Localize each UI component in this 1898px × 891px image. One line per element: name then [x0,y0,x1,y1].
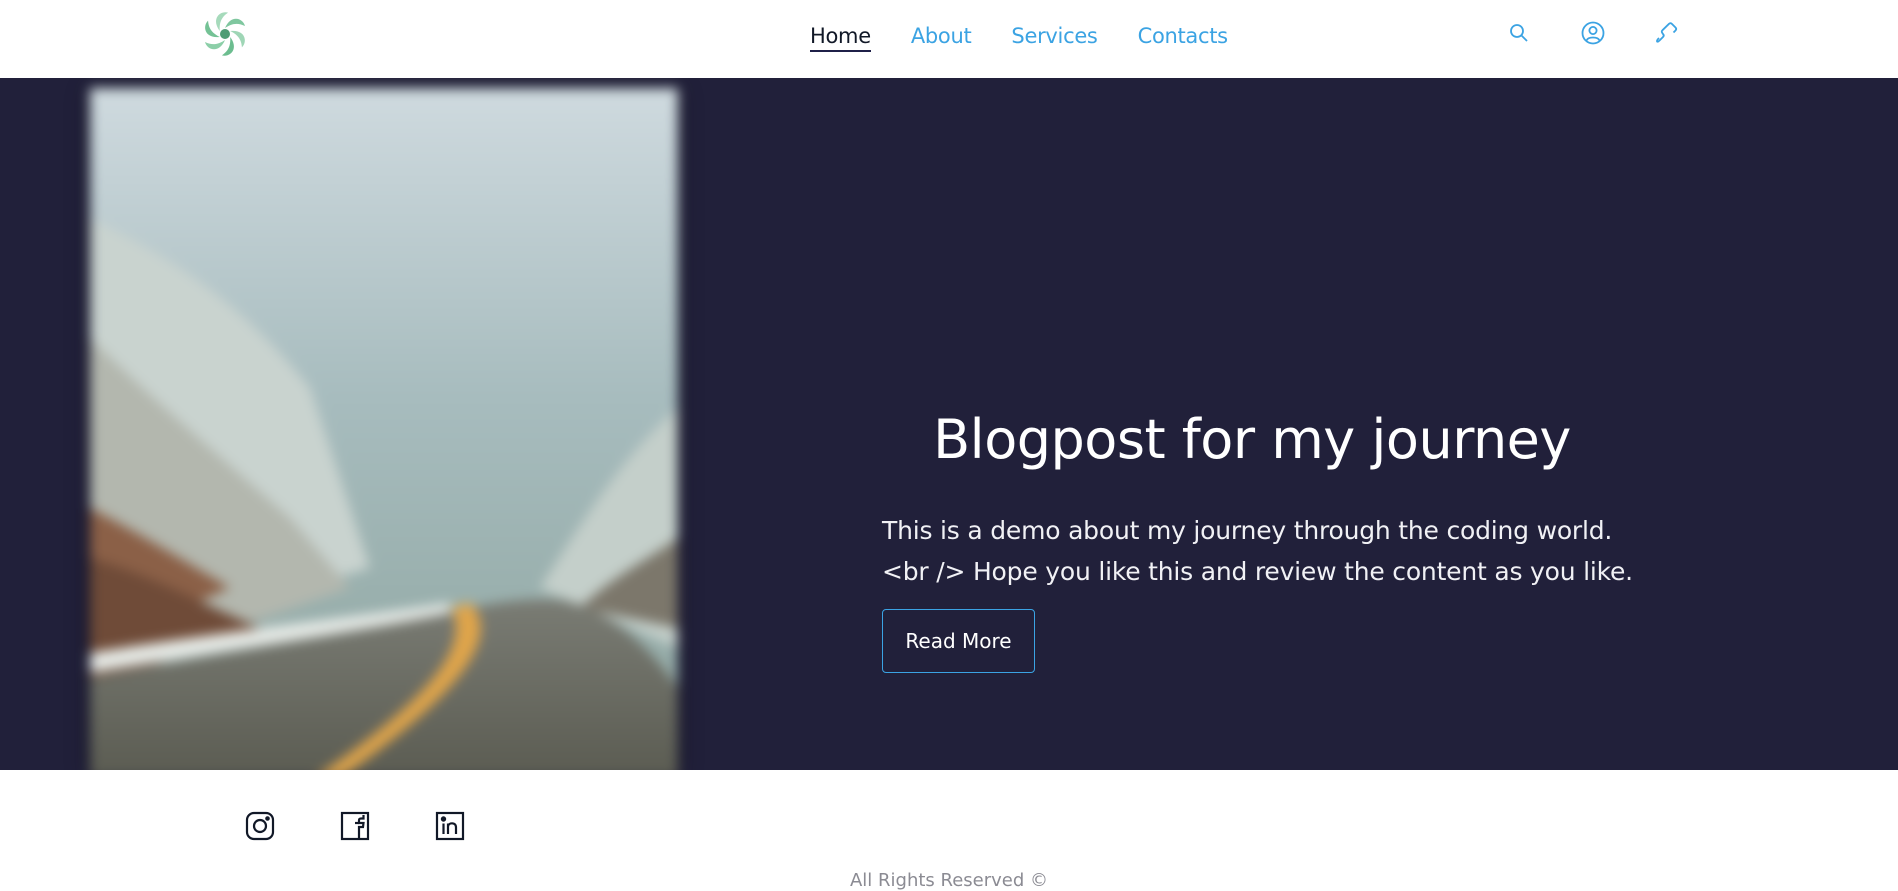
nav-about[interactable]: About [911,22,972,50]
pinwheel-logo[interactable] [199,8,251,60]
linkedin-icon[interactable] [434,810,466,842]
nav-services[interactable]: Services [1011,22,1097,50]
hero-description: This is a demo about my journey through … [882,516,1633,586]
main-nav: Home About Services Contacts [810,22,1268,54]
facebook-icon[interactable] [339,810,371,842]
hero-title: Blogpost for my journey [933,408,1571,471]
nav-home[interactable]: Home [810,22,871,52]
nav-contacts[interactable]: Contacts [1138,22,1229,50]
phone-icon[interactable] [1652,18,1682,48]
hero-section: Blogpost for my journey This is a demo a… [0,78,1898,770]
blurred-winter-road-photo [90,88,678,770]
search-icon[interactable] [1504,18,1534,48]
site-header: Home About Services Contacts [0,0,1898,78]
read-more-button[interactable]: Read More [882,609,1035,673]
instagram-icon[interactable] [244,810,276,842]
user-icon[interactable] [1578,18,1608,48]
copyright-text: All Rights Reserved © [849,870,1049,891]
site-footer: All Rights Reserved © [0,770,1898,891]
